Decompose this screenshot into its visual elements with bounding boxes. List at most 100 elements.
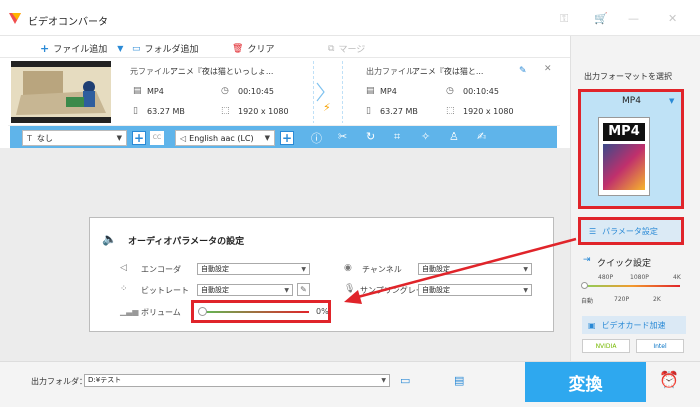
chevron-down-icon: ▼ [301, 265, 306, 273]
subtitle-value: なし [36, 133, 53, 143]
chevron-down-icon: ▼ [264, 134, 270, 142]
mp4-format-icon-text: MP4 [603, 123, 645, 141]
chevron-down-icon[interactable]: ▼ [117, 44, 123, 53]
add-file-label: ファイル追加 [53, 45, 108, 55]
output-folder-input[interactable]: D:¥テスト ▼ [84, 374, 390, 387]
text-icon: T [27, 133, 32, 143]
source-file-name: アニメ『夜は猫といっしょ... [170, 67, 274, 76]
output-folder-value: D:¥テスト [88, 376, 122, 384]
gpu-chip-icon: ▣ [588, 320, 596, 330]
bitrate-label: ビットレート [141, 286, 189, 295]
cart-icon[interactable]: 🛒 [594, 12, 608, 25]
mp4-format-icon: MP4 [598, 117, 650, 196]
quick-settings-title: クイック設定 [597, 259, 652, 269]
quick-1080p: 1080P [630, 274, 649, 281]
close-window-icon[interactable]: ✕ [668, 12, 677, 25]
merge-label: マージ [338, 45, 366, 55]
source-duration: 00:10:45 [238, 87, 274, 96]
output-format: MP4 [380, 87, 397, 96]
film-icon: ▤ [366, 86, 375, 96]
chevron-down-icon: ▼ [381, 377, 386, 384]
audio-settings-icon: 🔈 [102, 232, 117, 246]
add-subtitle-button[interactable]: + [132, 131, 146, 145]
watermark-icon[interactable]: ♙ [449, 130, 459, 143]
parameter-settings-label: パラメータ設定 [602, 226, 658, 236]
format-name: MP4 [622, 96, 641, 106]
speaker-icon: ◁ [180, 133, 187, 143]
remove-file-icon[interactable]: ✕ [544, 64, 552, 74]
edit-pen-icon[interactable]: ✎ [519, 66, 527, 76]
gpu-acceleration-label: ビデオカード加速 [601, 320, 666, 330]
quick-480p: 480P [598, 274, 614, 281]
audio-track-value: English aac (LC) [189, 133, 254, 143]
convert-button[interactable]: 変換 [525, 362, 646, 402]
clock-icon: ◷ [221, 86, 229, 96]
merge-button[interactable]: ⧉ マージ [328, 42, 366, 56]
add-folder-button[interactable]: ▭ フォルダ追加 [132, 42, 199, 56]
source-size: 63.27 MB [147, 107, 185, 116]
cc-icon[interactable]: CC [150, 131, 164, 145]
encoder-label: エンコーダ [141, 265, 181, 274]
format-title: 出力フォーマットを選択 [584, 72, 672, 81]
edit-bitrate-icon[interactable]: ✎ [297, 283, 310, 296]
clear-button[interactable]: 🗑 クリア [232, 42, 275, 56]
volume-label: ボリューム [141, 308, 181, 317]
output-size: 63.27 MB [380, 107, 418, 116]
effects-wand-icon[interactable]: ✧ [421, 130, 430, 143]
video-thumbnail[interactable] [11, 61, 111, 123]
file-size-icon: ▯ [366, 106, 371, 116]
output-folder-label: 出力フォルダ： [31, 377, 87, 386]
scissors-icon[interactable]: ✂ [338, 130, 347, 143]
trash-icon: 🗑 [232, 43, 244, 54]
quick-settings-handle[interactable] [581, 282, 588, 289]
key-icon[interactable]: ⚿ [560, 12, 568, 26]
add-file-button[interactable]: + ファイル追加 ▼ [40, 42, 123, 55]
quick-2k: 2K [653, 296, 661, 303]
resolution-icon: ⬚ [446, 106, 455, 116]
merge-icon: ⧉ [328, 43, 335, 54]
film-reel-icon [603, 144, 645, 190]
parameter-settings-button[interactable]: ☰ パラメータ設定 [578, 217, 684, 245]
film-icon: ▤ [133, 86, 142, 96]
app-logo-icon [9, 13, 21, 24]
quick-settings-slider[interactable] [584, 285, 680, 287]
output-duration: 00:10:45 [463, 87, 499, 96]
edit-subtitle-icon[interactable]: ✍ [477, 130, 486, 143]
lightning-icon[interactable]: ⚡ [323, 101, 331, 114]
clock-icon: ◷ [446, 86, 454, 96]
rotate-icon[interactable]: ↻ [366, 130, 375, 143]
folder-icon: ▭ [132, 43, 141, 54]
resolution-icon: ⬚ [221, 106, 230, 116]
alarm-clock-icon[interactable]: ⏰ [659, 370, 679, 389]
open-folder-icon[interactable]: ▤ [454, 374, 464, 387]
clear-label: クリア [247, 45, 275, 55]
encoder-icon: ◁ [120, 263, 127, 273]
gpu-acceleration-box[interactable]: ▣ ビデオカード加速 [582, 316, 686, 334]
encoder-value: 自動設定 [201, 265, 229, 273]
subtitle-select[interactable]: T なし ▼ [22, 130, 127, 146]
info-icon[interactable]: ⓘ [311, 130, 322, 146]
source-format: MP4 [147, 87, 164, 96]
volume-bars-icon: ▁▃▅ [120, 307, 139, 316]
crop-icon[interactable]: ⌗ [394, 130, 400, 144]
chevron-down-icon[interactable]: ▼ [669, 97, 674, 105]
browse-folder-icon[interactable]: ▭ [400, 374, 410, 387]
file-size-icon: ▯ [133, 106, 138, 116]
output-resolution: 1920 x 1080 [463, 107, 514, 116]
intel-badge[interactable]: Intel [636, 339, 684, 353]
window-title: ビデオコンバータ [28, 17, 108, 28]
chevron-down-icon: ▼ [284, 286, 289, 294]
bitrate-value: 自動設定 [201, 286, 229, 294]
audio-panel-title: オーディオパラメータの設定 [128, 237, 245, 247]
bitrate-icon: ⁘ [120, 284, 128, 294]
audio-track-select[interactable]: ◁ English aac (LC) ▼ [175, 130, 275, 146]
volume-highlight-box [191, 300, 331, 323]
output-file-name: アニメ『夜は猫と... [412, 67, 484, 76]
minimize-icon[interactable]: — [628, 12, 639, 25]
add-audio-button[interactable]: + [280, 131, 294, 145]
bitrate-select[interactable]: 自動設定 ▼ [197, 284, 293, 296]
quick-auto: 自動 [581, 298, 594, 305]
source-resolution: 1920 x 1080 [238, 107, 289, 116]
nvidia-badge[interactable]: NVIDIA [582, 339, 630, 353]
encoder-select[interactable]: 自動設定 ▼ [197, 263, 310, 275]
